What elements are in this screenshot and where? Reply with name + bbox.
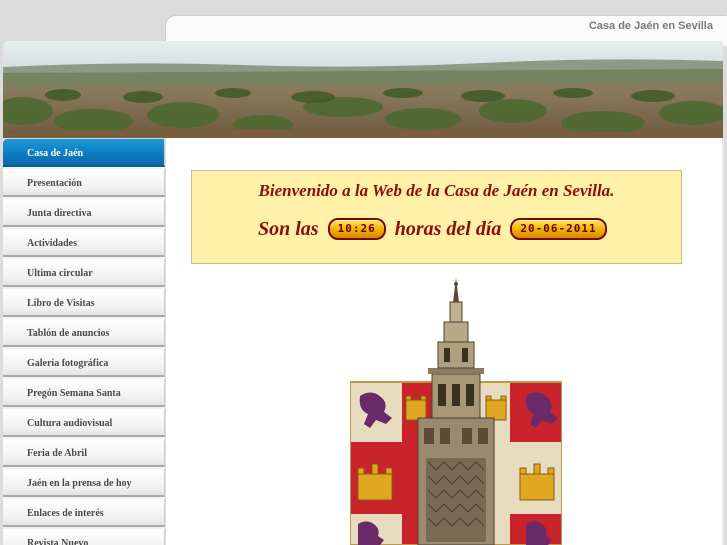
olive-grove-landscape-image: [3, 41, 723, 138]
clock-line: Son las 10:26 horas del día 20-06-2011: [258, 217, 611, 241]
sidebar-item-junta-directiva[interactable]: Junta directiva: [3, 199, 165, 227]
sidebar-item-galeria-fotografica[interactable]: Galería fotográfica: [3, 349, 165, 377]
sidebar-item-revista-nuevo[interactable]: Revista Nuevo: [3, 529, 165, 545]
sidebar-item-tablon-de-anuncios[interactable]: Tablón de anuncios: [3, 319, 165, 347]
sidebar-item-actividades[interactable]: Actividades: [3, 229, 165, 257]
clock-middle: horas del día: [394, 217, 502, 240]
sidebar-item-enlaces-de-interes[interactable]: Enlaces de interés: [3, 499, 165, 527]
sidebar-item-presentacion[interactable]: Presentación: [3, 169, 165, 197]
sidebar-item-pregon-semana-santa[interactable]: Pregón Semana Santa: [3, 379, 165, 407]
site-name: Casa de Jaén en Sevilla: [588, 20, 713, 32]
clock-prefix: Son las: [258, 217, 319, 240]
sidebar-item-libro-de-visitas[interactable]: Libro de Visitas: [3, 289, 165, 317]
banner-image: [3, 41, 723, 138]
sidebar-item-jaen-en-la-prensa[interactable]: Jaén en la prensa de hoy: [3, 469, 165, 497]
page-edge: [722, 138, 727, 545]
sidebar-item-feria-de-abril[interactable]: Feria de Abril: [3, 439, 165, 467]
giralda-tower-coat-of-arms-image: [350, 278, 562, 545]
page: Casa de Jaén en Sevilla Casa de Jaén Pre…: [0, 0, 727, 545]
sidebar-item-ultima-circular[interactable]: Ultima circular: [3, 259, 165, 287]
sidebar-item-cultura-audiovisual[interactable]: Cultura audiovisual: [3, 409, 165, 437]
sidebar-nav: Casa de Jaén Presentación Junta directiv…: [3, 139, 165, 545]
date-display: 20-06-2011: [510, 218, 607, 241]
welcome-title: Bienvenido a la Web de la Casa de Jaén e…: [258, 181, 615, 200]
sidebar-item-casa-de-jaen[interactable]: Casa de Jaén: [3, 139, 165, 167]
emblem-image: [350, 278, 562, 545]
time-display: 10:26: [327, 218, 386, 241]
welcome-box: Bienvenido a la Web de la Casa de Jaén e…: [191, 170, 682, 264]
